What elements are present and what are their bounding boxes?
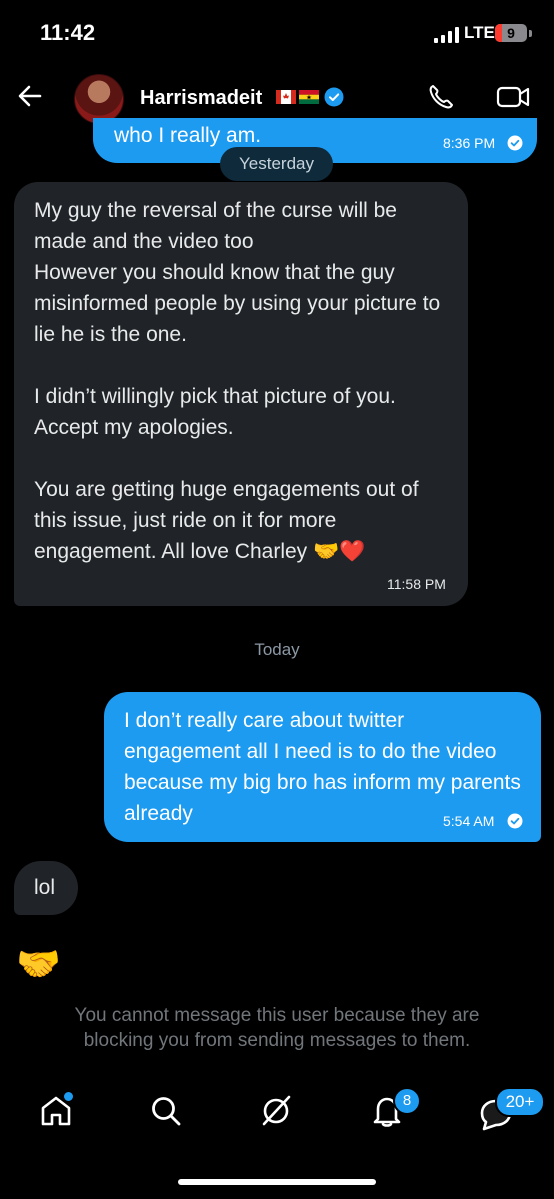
message-text: I don’t really care about twitter engage… bbox=[124, 709, 527, 825]
grok-icon[interactable] bbox=[258, 1093, 294, 1129]
message-time: 8:36 PM bbox=[443, 135, 496, 151]
ghana-flag-icon bbox=[299, 90, 319, 104]
home-unread-dot bbox=[62, 1090, 75, 1103]
conversation-name[interactable]: Harrismadeit bbox=[140, 87, 262, 110]
back-arrow-icon[interactable] bbox=[16, 82, 44, 110]
read-receipt-icon bbox=[507, 135, 523, 151]
dm-screen: 11:42 LTE 9 Harrismadeit who I really am… bbox=[0, 0, 554, 1199]
battery-icon: 9 bbox=[495, 24, 527, 42]
message-emoji[interactable]: 🤝 bbox=[16, 944, 61, 984]
battery-tip bbox=[529, 30, 532, 37]
network-label: LTE bbox=[464, 23, 495, 42]
phone-icon[interactable] bbox=[426, 82, 456, 112]
search-icon[interactable] bbox=[148, 1093, 184, 1129]
home-indicator bbox=[178, 1179, 376, 1185]
canada-flag-icon bbox=[276, 90, 296, 104]
date-divider-yesterday: Yesterday bbox=[220, 147, 333, 181]
signal-icon bbox=[434, 27, 459, 43]
message-bubble-incoming[interactable]: lol bbox=[14, 861, 78, 915]
video-call-icon[interactable] bbox=[496, 83, 530, 111]
message-bubble-incoming[interactable]: My guy the reversal of the curse will be… bbox=[14, 182, 468, 606]
message-bubble-outgoing[interactable]: I don’t really care about twitter engage… bbox=[104, 692, 541, 842]
message-text: My guy the reversal of the curse will be… bbox=[34, 199, 441, 563]
message-time: 11:58 PM bbox=[387, 576, 446, 592]
status-time: 11:42 bbox=[40, 20, 96, 45]
avatar[interactable] bbox=[74, 74, 124, 124]
blocked-notice: You cannot message this user because the… bbox=[74, 1005, 480, 1051]
message-time: 5:54 AM bbox=[443, 813, 495, 829]
message-text: who I really am. bbox=[114, 124, 262, 147]
notifications-badge: 8 bbox=[393, 1087, 421, 1115]
messages-badge: 20+ bbox=[495, 1087, 545, 1117]
battery-level: 9 bbox=[507, 25, 515, 41]
message-text: lol bbox=[34, 876, 56, 899]
date-divider-today: Today bbox=[254, 640, 300, 659]
verified-badge-icon bbox=[324, 87, 344, 107]
read-receipt-icon bbox=[507, 813, 523, 829]
